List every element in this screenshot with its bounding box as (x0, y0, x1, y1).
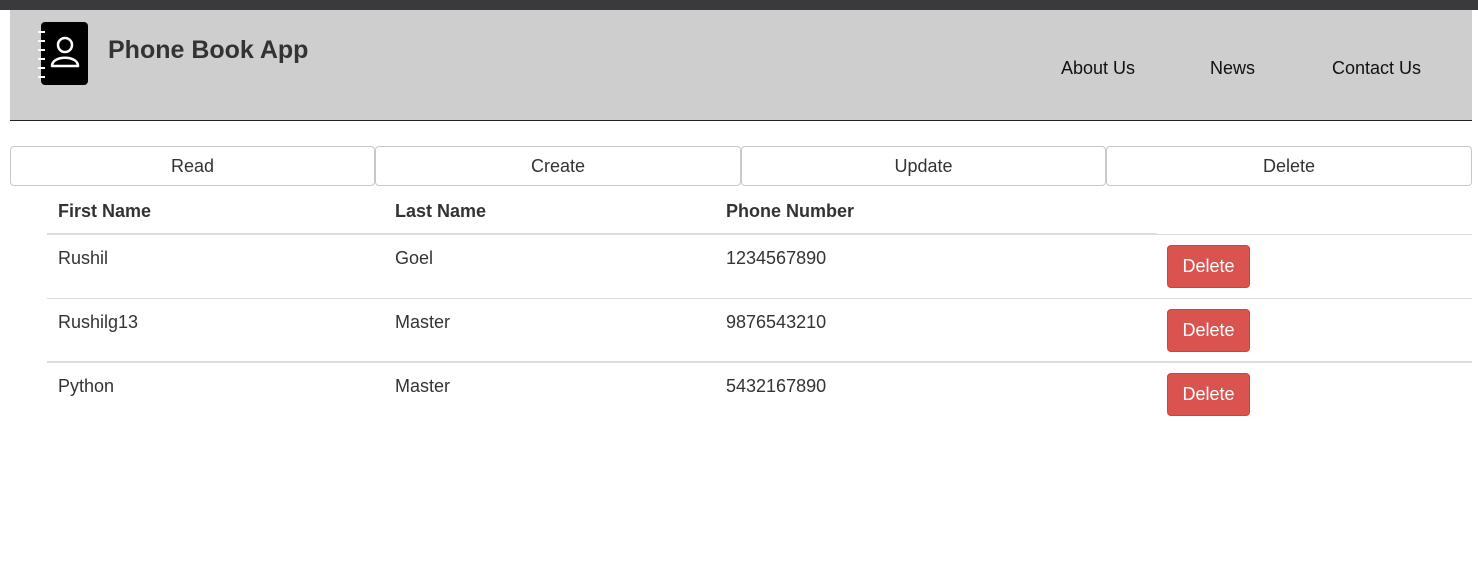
table-row: Python Master 5432167890 Delete (47, 361, 1472, 426)
delete-row-button[interactable]: Delete (1167, 373, 1250, 416)
last-name-cell: Master (395, 376, 451, 396)
first-name-cell: Rushilg13 (58, 312, 139, 332)
table-row: Rushilg13 Master 9876543210 Delete (47, 298, 1472, 362)
nav-about-us[interactable]: About Us (1061, 58, 1135, 79)
column-header-phone-number: Phone Number (726, 201, 855, 221)
first-name-cell: Python (58, 376, 115, 396)
column-header-first-name: First Name (58, 201, 152, 221)
first-name-cell: Rushil (58, 248, 109, 268)
table-row: Rushil Goel 1234567890 Delete (47, 234, 1472, 298)
window-top-bar (0, 0, 1478, 10)
tab-delete[interactable]: Delete (1106, 146, 1472, 186)
phone-number-cell: 5432167890 (726, 376, 827, 396)
nav-news[interactable]: News (1210, 58, 1255, 79)
tab-read[interactable]: Read (10, 146, 375, 186)
last-name-cell: Master (395, 312, 451, 332)
address-book-icon (38, 22, 88, 85)
nav-contact-us[interactable]: Contact Us (1332, 58, 1421, 79)
phone-number-cell: 1234567890 (726, 248, 827, 268)
delete-row-button[interactable]: Delete (1167, 245, 1250, 288)
app-header: Phone Book App About Us News Contact Us (10, 10, 1472, 121)
tab-create[interactable]: Create (375, 146, 741, 186)
delete-row-button[interactable]: Delete (1167, 309, 1250, 352)
phone-number-cell: 9876543210 (726, 312, 827, 332)
app-title: Phone Book App (108, 36, 309, 64)
action-tabs: Read Create Update Delete (10, 146, 1472, 188)
column-header-last-name: Last Name (395, 201, 487, 221)
tab-update[interactable]: Update (741, 146, 1106, 186)
last-name-cell: Goel (395, 248, 434, 268)
